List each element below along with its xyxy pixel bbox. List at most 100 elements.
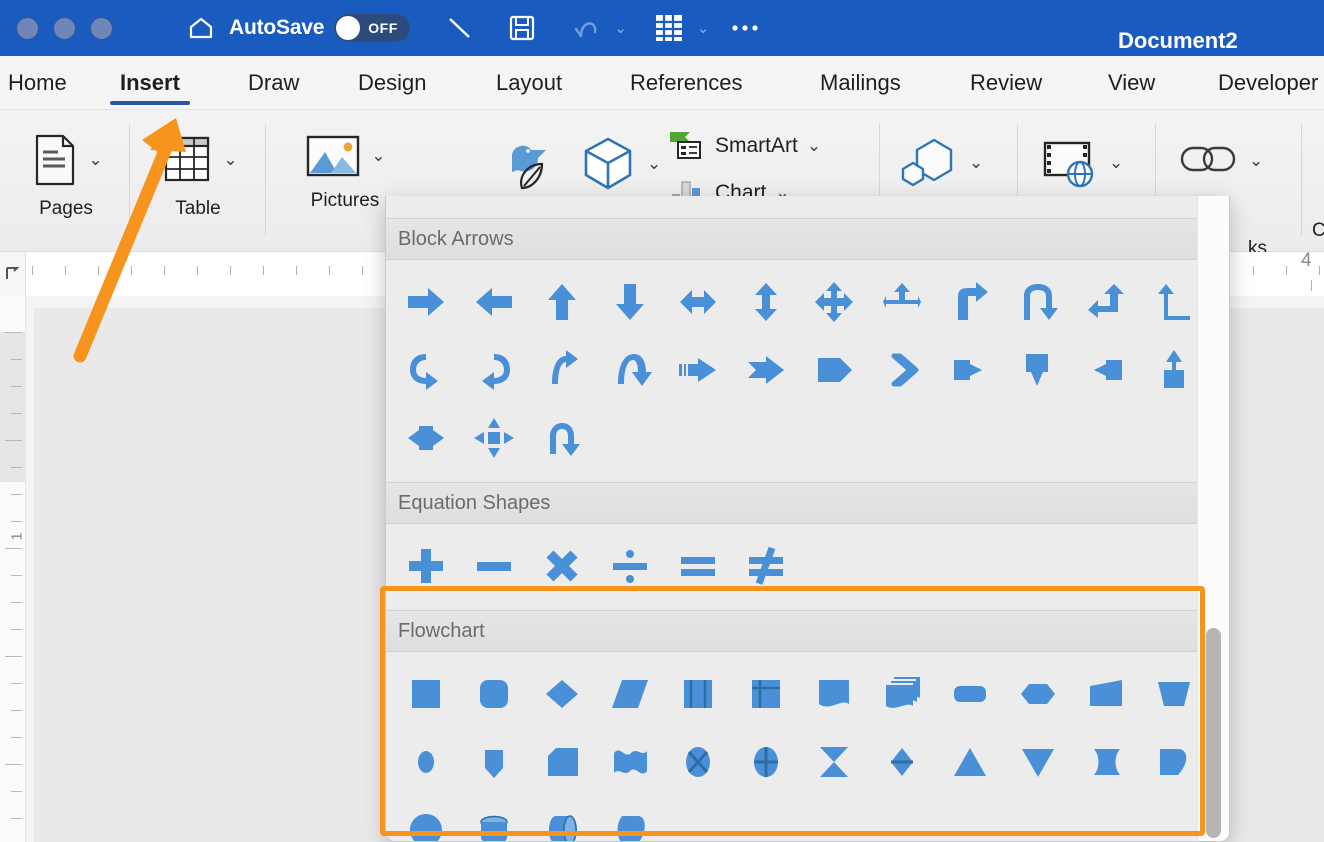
tab-layout[interactable]: Layout [496,56,562,110]
math-equal-icon[interactable] [664,536,732,596]
dropdown-scrollbar[interactable] [1197,196,1229,842]
arrow-curved-right-icon[interactable] [392,340,460,400]
tab-draw[interactable]: Draw [248,56,299,110]
flow-stored-data-icon[interactable] [1072,732,1140,792]
maximize-window-button[interactable] [90,17,113,40]
flow-magnetic-disk-icon[interactable] [460,800,528,842]
more-icon[interactable] [723,8,767,48]
flow-sequential-access-icon[interactable] [392,800,460,842]
smartart-button[interactable]: SmartArt ⌄ [666,128,821,164]
flow-collate-icon[interactable] [800,732,868,792]
arrow-curved-left-icon[interactable] [460,340,528,400]
flow-manual-input-icon[interactable] [1072,664,1140,724]
table-icon[interactable] [645,8,693,48]
chevron-down-icon[interactable]: ⌄ [807,136,821,156]
table-button[interactable]: ⌄ Table [142,132,254,220]
arrow-notched-right-icon[interactable] [732,340,800,400]
flow-card-icon[interactable] [528,732,596,792]
pen-icon[interactable] [436,8,484,48]
save-icon[interactable] [500,8,544,48]
chevron-down-icon[interactable]: ⌄ [88,150,102,170]
shapes-dropdown-panel[interactable]: Block ArrowsEquation ShapesFlowchart [385,196,1230,842]
flow-direct-access-icon[interactable] [528,800,596,842]
flow-extract-icon[interactable] [936,732,1004,792]
ruler-indent-marker[interactable] [1311,280,1312,291]
arrow-left-callout-icon[interactable] [1072,340,1140,400]
tab-stop-selector[interactable] [0,252,26,296]
flow-connector-icon[interactable] [392,732,460,792]
flow-merge-icon[interactable] [1004,732,1072,792]
addins-button[interactable]: ⌄ [898,134,983,192]
flow-predefined-process-icon[interactable] [664,664,732,724]
flow-summing-junction-icon[interactable] [664,732,732,792]
math-minus-icon[interactable] [460,536,528,596]
arrow-left-right-icon[interactable] [664,272,732,332]
table-dropdown-chevron[interactable]: ⌄ [693,19,714,37]
minimize-window-button[interactable] [53,17,76,40]
flow-display-icon[interactable] [596,800,664,842]
flow-terminator-icon[interactable] [936,664,1004,724]
tab-insert[interactable]: Insert [120,56,180,110]
chevron-down-icon[interactable]: ⌄ [1249,151,1263,171]
3d-models-button[interactable]: ⌄ [578,134,661,194]
arrow-chevron-icon[interactable] [868,340,936,400]
flow-process-icon[interactable] [392,664,460,724]
flow-or-icon[interactable] [732,732,800,792]
flow-alternate-process-icon[interactable] [460,664,528,724]
arrow-circular-icon[interactable] [528,408,596,468]
arrow-curved-down-icon[interactable] [596,340,664,400]
tab-view[interactable]: View [1108,56,1155,110]
undo-dropdown-chevron[interactable]: ⌄ [610,19,631,37]
tab-developer[interactable]: Developer [1218,56,1318,110]
home-icon[interactable] [179,8,223,48]
chevron-down-icon[interactable]: ⌄ [371,146,385,166]
arrow-quad-callout-icon[interactable] [460,408,528,468]
arrow-pentagon-icon[interactable] [800,340,868,400]
arrow-right-icon[interactable] [392,272,460,332]
pictures-button[interactable]: ⌄ Pictures [290,132,400,212]
chevron-down-icon[interactable]: ⌄ [647,154,661,174]
flow-sort-icon[interactable] [868,732,936,792]
arrow-up-icon[interactable] [528,272,596,332]
flow-offpage-connector-icon[interactable] [460,732,528,792]
arrow-striped-right-icon[interactable] [664,340,732,400]
close-window-button[interactable] [16,17,39,40]
arrow-left-icon[interactable] [460,272,528,332]
arrow-quad-icon[interactable] [800,272,868,332]
arrow-right-callout-icon[interactable] [936,340,1004,400]
arrow-bent-icon[interactable] [936,272,1004,332]
undo-icon[interactable] [564,8,610,48]
arrow-down-icon[interactable] [596,272,664,332]
tab-review[interactable]: Review [970,56,1042,110]
vertical-ruler[interactable]: 12 [0,296,26,842]
math-plus-icon[interactable] [392,536,460,596]
tab-design[interactable]: Design [358,56,426,110]
pages-button[interactable]: ⌄ Pages [10,132,122,220]
chevron-down-icon[interactable]: ⌄ [1109,153,1123,173]
arrow-u-turn-icon[interactable] [1004,272,1072,332]
math-multiply-icon[interactable] [528,536,596,596]
tab-home[interactable]: Home [8,56,67,110]
link-button[interactable]: ⌄ ks [1178,138,1263,184]
flow-internal-storage-icon[interactable] [732,664,800,724]
flow-preparation-icon[interactable] [1004,664,1072,724]
chevron-down-icon[interactable]: ⌄ [969,153,983,173]
arrow-left-up-icon[interactable] [1072,272,1140,332]
arrow-left-right-callout-icon[interactable] [392,408,460,468]
flow-multidocument-icon[interactable] [868,664,936,724]
arrow-bent-up-tri-icon[interactable] [868,272,936,332]
math-not-equal-icon[interactable] [732,536,800,596]
tab-mailings[interactable]: Mailings [820,56,901,110]
online-video-button[interactable]: ⌄ [1040,136,1123,190]
arrow-up-down-icon[interactable] [732,272,800,332]
flow-punched-tape-icon[interactable] [596,732,664,792]
flow-data-icon[interactable] [596,664,664,724]
arrow-curved-up-icon[interactable] [528,340,596,400]
arrow-down-callout-icon[interactable] [1004,340,1072,400]
autosave-toggle[interactable]: OFF [334,14,410,42]
flow-decision-icon[interactable] [528,664,596,724]
flow-document-icon[interactable] [800,664,868,724]
chevron-down-icon[interactable]: ⌄ [223,150,237,170]
tab-references[interactable]: References [630,56,743,110]
window-controls[interactable] [16,17,113,40]
